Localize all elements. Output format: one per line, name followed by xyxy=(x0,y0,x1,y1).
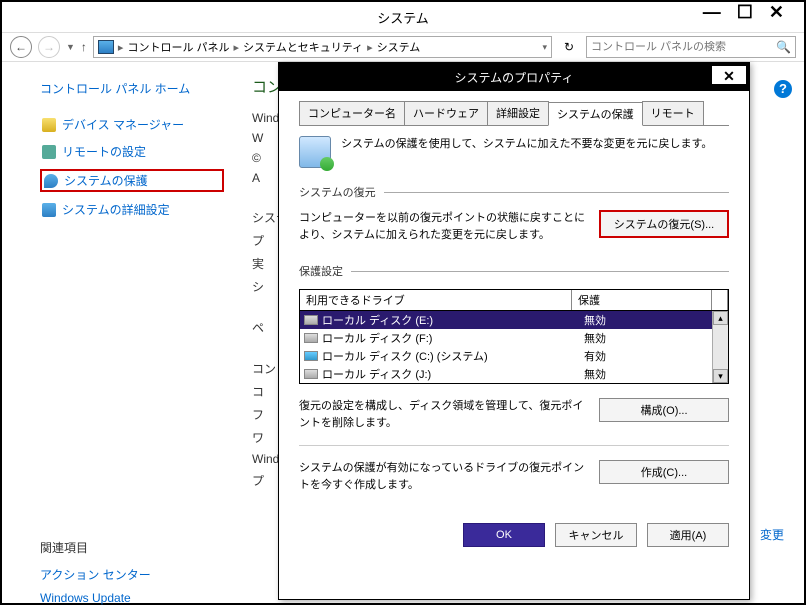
col-header-protection[interactable]: 保護 xyxy=(572,290,712,310)
configure-row: 復元の設定を構成し、ディスク領域を管理して、復元ポイントを削除します。 構成(O… xyxy=(299,398,729,431)
chevron-right-icon: ▸ xyxy=(367,41,373,54)
configure-button[interactable]: 構成(O)... xyxy=(599,398,729,422)
settings-icon xyxy=(42,203,56,217)
intro-text: システムの保護を使用して、システムに加えた不要な変更を元に戻します。 xyxy=(341,136,712,153)
drive-protection: 無効 xyxy=(584,366,724,382)
drive-protection: 有効 xyxy=(584,348,724,364)
chevron-right-icon: ▸ xyxy=(234,41,240,54)
scroll-down-icon[interactable]: ▾ xyxy=(713,369,728,383)
tabstrip: コンピューター名 ハードウェア 詳細設定 システムの保護 リモート xyxy=(299,101,729,126)
sidebar-item-label: デバイス マネージャー xyxy=(62,116,184,133)
drive-icon xyxy=(304,333,318,343)
create-description: システムの保護が有効になっているドライブの復元ポイントを今すぐ作成します。 xyxy=(299,460,587,493)
drive-icon xyxy=(304,369,318,379)
restore-section-label: システムの復元 xyxy=(299,184,729,200)
dialog-close-button[interactable]: ✕ xyxy=(711,65,747,85)
drive-table-header: 利用できるドライブ 保護 xyxy=(300,290,728,311)
dialog-body: コンピューター名 ハードウェア 詳細設定 システムの保護 リモート システムの保… xyxy=(279,91,749,517)
restore-row: コンピューターを以前の復元ポイントの状態に戻すことにより、システムに加えられた変… xyxy=(299,210,729,243)
breadcrumb-leaf[interactable]: システム xyxy=(377,39,421,55)
sidebar-item-label: リモートの設定 xyxy=(62,143,146,160)
refresh-button[interactable]: ↻ xyxy=(558,36,580,58)
drive-row[interactable]: ローカル ディスク (C:) (システム)有効 xyxy=(300,347,728,365)
system-properties-dialog: システムのプロパティ ✕ コンピューター名 ハードウェア 詳細設定 システムの保… xyxy=(278,62,750,600)
drive-name: ローカル ディスク (C:) (システム) xyxy=(322,348,580,364)
drive-icon xyxy=(304,315,318,325)
help-icon[interactable]: ? xyxy=(774,80,792,98)
drive-icon xyxy=(304,351,318,361)
drive-row[interactable]: ローカル ディスク (F:)無効 xyxy=(300,329,728,347)
sidebar: コントロール パネル ホーム デバイス マネージャー リモートの設定 システムの… xyxy=(2,62,232,603)
cancel-button[interactable]: キャンセル xyxy=(555,523,637,547)
sidebar-item-system-protection[interactable]: システムの保護 xyxy=(40,169,224,192)
device-icon xyxy=(42,118,56,132)
protection-section-label: 保護設定 xyxy=(299,263,729,279)
scrollbar[interactable]: ▴▾ xyxy=(712,311,728,383)
window-controls: — ☐ ✕ xyxy=(703,2,804,23)
drive-protection: 無効 xyxy=(584,312,724,328)
history-dropdown-icon[interactable]: ▼ xyxy=(66,42,75,52)
window-title: システム xyxy=(2,8,804,27)
shield-icon xyxy=(44,174,58,188)
scroll-header-spacer xyxy=(712,290,728,310)
intro-row: システムの保護を使用して、システムに加えた不要な変更を元に戻します。 xyxy=(299,136,729,168)
sidebar-item-remote[interactable]: リモートの設定 xyxy=(40,142,224,161)
related-section: 関連項目 アクション センター Windows Update xyxy=(40,539,224,605)
create-row: システムの保護が有効になっているドライブの復元ポイントを今すぐ作成します。 作成… xyxy=(299,460,729,493)
breadcrumb-mid[interactable]: システムとセキュリティ xyxy=(243,39,363,55)
search-input[interactable] xyxy=(591,41,776,53)
tab-advanced[interactable]: 詳細設定 xyxy=(487,101,549,125)
control-panel-icon xyxy=(98,40,114,54)
restore-description: コンピューターを以前の復元ポイントの状態に戻すことにより、システムに加えられた変… xyxy=(299,210,587,243)
search-icon[interactable]: 🔍 xyxy=(776,40,791,54)
up-button[interactable]: ↑ xyxy=(81,40,87,54)
drive-name: ローカル ディスク (J:) xyxy=(322,366,580,382)
protection-icon xyxy=(299,136,331,168)
sidebar-item-advanced-settings[interactable]: システムの詳細設定 xyxy=(40,200,224,219)
drive-name: ローカル ディスク (E:) xyxy=(322,312,580,328)
apply-button[interactable]: 適用(A) xyxy=(647,523,729,547)
dialog-button-row: OK キャンセル 適用(A) xyxy=(279,517,749,561)
sidebar-home-link[interactable]: コントロール パネル ホーム xyxy=(40,80,224,97)
dialog-title: システムのプロパティ xyxy=(455,69,574,86)
col-header-drive[interactable]: 利用できるドライブ xyxy=(300,290,572,310)
close-button[interactable]: ✕ xyxy=(769,2,784,23)
search-box[interactable]: 🔍 xyxy=(586,36,796,58)
ok-button[interactable]: OK xyxy=(463,523,545,547)
related-link-windows-update[interactable]: Windows Update xyxy=(40,591,224,605)
toolbar: ← → ▼ ↑ ▸ コントロール パネル ▸ システムとセキュリティ ▸ システ… xyxy=(2,32,804,62)
forward-button[interactable]: → xyxy=(38,36,60,58)
breadcrumb[interactable]: ▸ コントロール パネル ▸ システムとセキュリティ ▸ システム ▾ xyxy=(93,36,552,58)
tab-computer-name[interactable]: コンピューター名 xyxy=(299,101,405,125)
dropdown-icon[interactable]: ▾ xyxy=(542,42,547,53)
tab-system-protection[interactable]: システムの保護 xyxy=(548,102,643,126)
maximize-button[interactable]: ☐ xyxy=(737,2,753,23)
related-link-action-center[interactable]: アクション センター xyxy=(40,566,224,583)
drive-protection: 無効 xyxy=(584,330,724,346)
sidebar-item-device-manager[interactable]: デバイス マネージャー xyxy=(40,115,224,134)
related-title: 関連項目 xyxy=(40,539,224,556)
system-restore-button[interactable]: システムの復元(S)... xyxy=(599,210,729,238)
scroll-up-icon[interactable]: ▴ xyxy=(713,311,728,325)
dialog-titlebar[interactable]: システムのプロパティ ✕ xyxy=(279,63,749,91)
chevron-right-icon: ▸ xyxy=(118,41,124,54)
tab-remote[interactable]: リモート xyxy=(642,101,704,125)
sidebar-item-label: システムの保護 xyxy=(64,172,148,189)
remote-icon xyxy=(42,145,56,159)
sidebar-item-label: システムの詳細設定 xyxy=(62,201,170,218)
breadcrumb-root[interactable]: コントロール パネル xyxy=(127,39,229,55)
create-button[interactable]: 作成(C)... xyxy=(599,460,729,484)
drive-table-body[interactable]: ローカル ディスク (E:)無効ローカル ディスク (F:)無効ローカル ディス… xyxy=(300,311,728,383)
window-titlebar: システム — ☐ ✕ xyxy=(2,2,804,32)
drive-row[interactable]: ローカル ディスク (E:)無効 xyxy=(300,311,728,329)
configure-description: 復元の設定を構成し、ディスク領域を管理して、復元ポイントを削除します。 xyxy=(299,398,587,431)
change-settings-link[interactable]: 変更 xyxy=(760,526,784,543)
tab-hardware[interactable]: ハードウェア xyxy=(404,101,488,125)
minimize-button[interactable]: — xyxy=(703,2,721,23)
drive-row[interactable]: ローカル ディスク (J:)無効 xyxy=(300,365,728,383)
back-button[interactable]: ← xyxy=(10,36,32,58)
drive-name: ローカル ディスク (F:) xyxy=(322,330,580,346)
drive-table: 利用できるドライブ 保護 ローカル ディスク (E:)無効ローカル ディスク (… xyxy=(299,289,729,384)
